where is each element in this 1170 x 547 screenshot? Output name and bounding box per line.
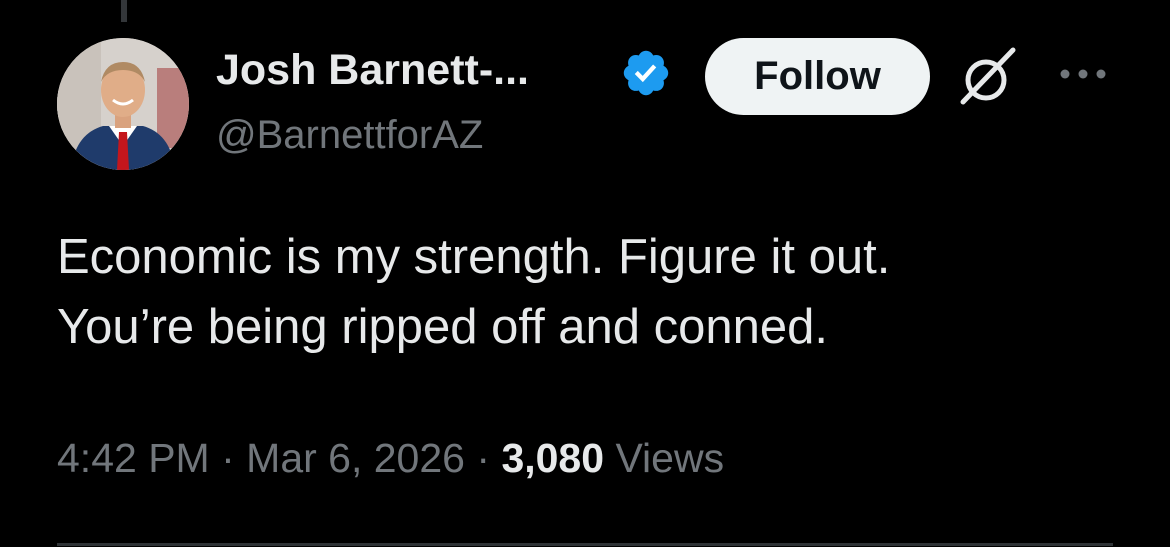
avatar-image: [57, 38, 189, 170]
tweet-metadata: 4:42 PM · Mar 6, 2026 · 3,080 Views: [57, 432, 724, 484]
tweet-date[interactable]: Mar 6, 2026: [246, 435, 465, 481]
more-options-icon[interactable]: [1056, 62, 1110, 86]
meta-separator: ·: [221, 435, 235, 481]
tweet-time[interactable]: 4:42 PM: [57, 435, 210, 481]
author-handle[interactable]: @BarnettforAZ: [216, 111, 483, 159]
tweet-text-line: You’re being ripped off and conned.: [57, 300, 829, 354]
thread-connector-line: [121, 0, 127, 22]
tweet-text: Economic is my strength. Figure it out. …: [57, 222, 1137, 362]
author-display-name[interactable]: Josh Barnett-...: [216, 44, 529, 96]
verified-badge-icon: [620, 47, 672, 99]
views-label[interactable]: Views: [615, 435, 724, 481]
meta-separator: ·: [476, 435, 491, 481]
divider: [57, 543, 1113, 546]
follow-button[interactable]: Follow: [705, 38, 930, 115]
views-count[interactable]: 3,080: [501, 435, 604, 481]
grok-icon[interactable]: [955, 44, 1021, 110]
avatar[interactable]: [57, 38, 189, 170]
tweet-text-line: Economic is my strength. Figure it out.: [57, 230, 891, 284]
